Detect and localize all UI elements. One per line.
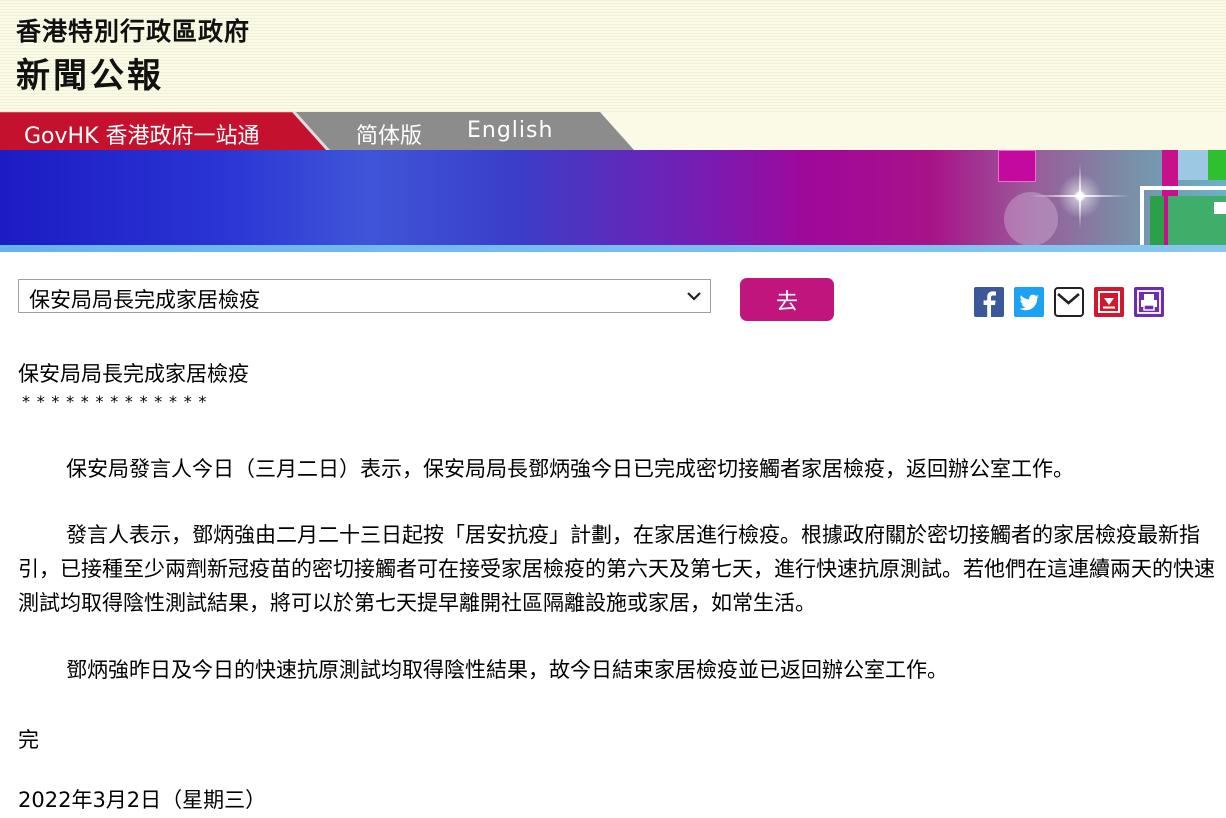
select-current-value: 保安局局長完成家居檢疫 xyxy=(29,288,260,312)
twitter-icon[interactable] xyxy=(1014,287,1044,317)
press-releases-title: 新聞公報 xyxy=(16,56,164,96)
article-paragraph: 鄧炳強昨日及今日的快速抗原測試均取得陰性結果，故今日結束家居檢疫並已返回辦公室工… xyxy=(66,658,948,682)
article-paragraph: 保安局發言人今日（三月二日）表示，保安局局長鄧炳強今日已完成密切接觸者家居檢疫，… xyxy=(66,457,1074,481)
title-separator-stars: ************* xyxy=(22,392,214,411)
english-link[interactable]: English xyxy=(467,118,553,143)
article-paragraph: 發言人表示，鄧炳強由二月二十三日起按「居安抗疫」計劃，在家居進行檢疫。根據政府關… xyxy=(18,523,1215,615)
banner-block-green xyxy=(1208,150,1226,180)
banner-block-blue xyxy=(1178,150,1208,180)
print-icon[interactable] xyxy=(1134,287,1164,317)
site-header: 香港特別行政區政府 新聞公報 xyxy=(0,0,1226,112)
banner-white-square xyxy=(1214,202,1226,214)
release-date: 2022年3月2日（星期三） xyxy=(18,788,267,812)
go-button[interactable]: 去 xyxy=(740,278,834,321)
chevron-down-icon xyxy=(687,292,701,301)
email-icon[interactable] xyxy=(1054,287,1084,317)
simplified-chinese-link[interactable]: 简体版 xyxy=(356,118,422,150)
banner-frame xyxy=(1140,186,1226,245)
download-icon[interactable] xyxy=(1094,287,1124,317)
banner-underline xyxy=(0,245,1226,252)
banner-square xyxy=(998,150,1036,182)
press-release-select[interactable]: 保安局局長完成家居檢疫 xyxy=(18,279,711,313)
article-end-mark: 完 xyxy=(18,728,39,752)
header-banner xyxy=(0,150,1226,245)
top-nav: GovHK 香港政府一站通 简体版 English xyxy=(0,112,1226,150)
govhk-link[interactable]: GovHK 香港政府一站通 xyxy=(24,118,260,150)
banner-sparkle-v xyxy=(1079,164,1081,228)
government-name: 香港特別行政區政府 xyxy=(16,17,251,46)
facebook-icon[interactable] xyxy=(974,287,1004,317)
article-title: 保安局局長完成家居檢疫 xyxy=(18,362,249,386)
